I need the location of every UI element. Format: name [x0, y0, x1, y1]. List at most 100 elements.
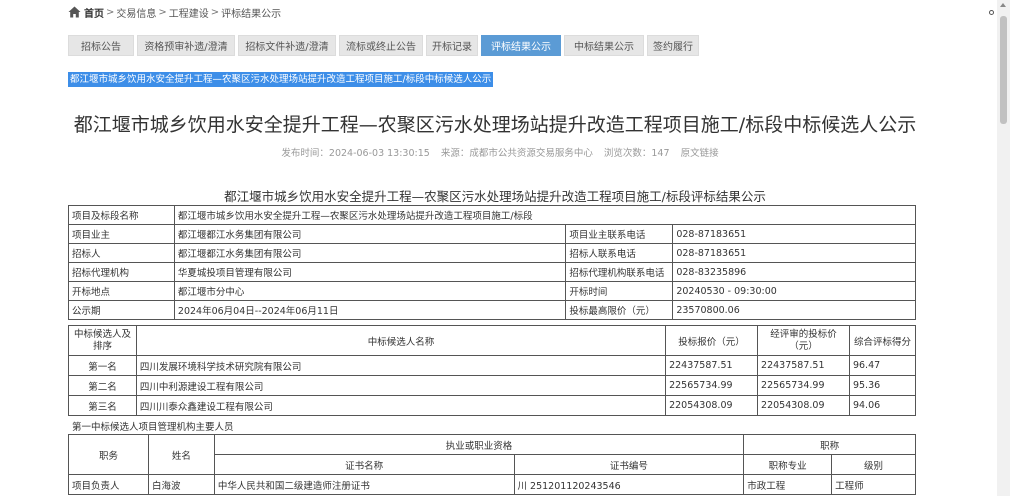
vertical-scrollbar[interactable]: [997, 0, 1010, 496]
header-duty: 职务: [68, 434, 149, 475]
cell-duty: 项目负责人: [68, 474, 149, 495]
article-meta: 发布时间：2024-06-03 13:30:15 来源：成都市公共资源交易服务中…: [0, 145, 1000, 159]
table-row: 招标代理机构 华夏城投项目管理有限公司 招标代理机构联系电话 028-83235…: [68, 262, 916, 282]
table-row: 项目及标段名称 都江堰市城乡饮用水安全提升工程—农聚区污水处理场站提升改造工程项…: [68, 205, 917, 225]
cell-label: 项目及标段名称: [68, 205, 175, 225]
cell-value: 20240530 - 09:30:00: [672, 281, 916, 301]
cell-value: 都江堰都江水务集团有限公司: [173, 224, 567, 244]
table-row: 项目业主 都江堰都江水务集团有限公司 项目业主联系电话 028-87183651: [68, 224, 916, 244]
table-row: 第三名 四川川泰众鑫建设工程有限公司 22054308.09 22054308.…: [68, 395, 917, 416]
cell-label: 公示期: [68, 300, 175, 320]
source: 来源：成都市公共资源交易服务中心: [440, 148, 593, 159]
header-cert-name: 证书名称: [213, 454, 515, 475]
view-count: 浏览次数：147: [603, 148, 670, 159]
cell-value: 华夏城投项目管理有限公司: [173, 262, 567, 282]
cell-label: 招标人联系电话: [565, 243, 674, 263]
selected-article-link[interactable]: 都江堰市城乡饮用水安全提升工程—农聚区污水处理场站提升改造工程项目施工/标段中标…: [68, 72, 494, 87]
tab-prequal-addendum[interactable]: 资格预审补遗/澄清: [137, 35, 235, 56]
cell-value: 2024年06月04日--2024年06月11日: [173, 300, 567, 320]
tab-tender-notice[interactable]: 招标公告: [68, 35, 134, 56]
project-info-table: 项目及标段名称 都江堰市城乡饮用水安全提升工程—农聚区污水处理场站提升改造工程项…: [68, 205, 917, 320]
table-row: 第一名 四川发展环境科学技术研究院有限公司 22437587.51 224375…: [68, 355, 917, 376]
breadcrumb-separator: >: [106, 6, 115, 18]
header-evaluated-price: 经评审的投标价（元）: [757, 325, 850, 356]
breadcrumb-separator: >: [158, 6, 167, 18]
tab-bar: 招标公告 资格预审补遗/澄清 招标文件补遗/澄清 流标或终止公告 开标记录 评标…: [68, 35, 702, 56]
cell-rank: 第二名: [68, 375, 137, 396]
tab-contract-performance[interactable]: 签约履行: [647, 35, 699, 56]
tab-failed-termination[interactable]: 流标或终止公告: [339, 35, 423, 56]
cell-evaluated-price: 22054308.09: [757, 395, 850, 416]
cell-bid-price: 22565734.99: [665, 375, 759, 396]
cell-candidate-name: 四川发展环境科学技术研究院有限公司: [135, 355, 667, 376]
header-cert-no: 证书编号: [513, 454, 745, 475]
cell-score: 95.36: [848, 375, 917, 396]
header-candidate-name: 中标候选人名称: [135, 325, 667, 356]
tab-award-result[interactable]: 中标结果公示: [564, 35, 644, 56]
page-title: 都江堰市城乡饮用水安全提升工程—农聚区污水处理场站提升改造工程项目施工/标段中标…: [73, 114, 917, 136]
original-link[interactable]: 原文链接: [681, 148, 719, 159]
cell-value: 都江堰都江水务集团有限公司: [173, 243, 567, 263]
table-row: 项目负责人 白海波 中华人民共和国二级建造师注册证书 川 25120112024…: [68, 474, 916, 495]
project-staff-table: 职务 姓名 执业或职业资格 职称 证书名称 证书编号 职称专业 级别 项目负责人…: [68, 434, 916, 495]
cell-bid-price: 22437587.51: [665, 355, 759, 376]
cell-label: 开标地点: [68, 281, 175, 301]
candidate-ranking-table: 中标候选人及排序 中标候选人名称 投标报价（元） 经评审的投标价（元） 综合评标…: [68, 325, 917, 416]
cell-rank: 第三名: [68, 395, 137, 416]
tab-bid-opening-record[interactable]: 开标记录: [426, 35, 478, 56]
breadcrumb-item-evaluation-result[interactable]: 评标结果公示: [221, 5, 281, 20]
tab-evaluation-result[interactable]: 评标结果公示: [481, 35, 561, 56]
cell-label: 招标代理机构: [68, 262, 175, 282]
table-row: 第二名 四川中利源建设工程有限公司 22565734.99 22565734.9…: [68, 375, 917, 396]
cell-rank: 第一名: [68, 355, 137, 376]
header-level: 级别: [831, 454, 916, 475]
header-title-major: 职称专业: [743, 454, 833, 475]
cell-label: 招标人: [68, 243, 175, 263]
cell-score: 96.47: [848, 355, 917, 376]
cell-value: 都江堰市分中心: [173, 281, 567, 301]
scrollbar-thumb[interactable]: [1000, 16, 1007, 124]
cell-label: 开标时间: [565, 281, 674, 301]
cell-name: 白海波: [147, 474, 215, 495]
scroll-up-arrow-icon[interactable]: [1000, 3, 1006, 7]
cell-label: 投标最高限价（元）: [565, 300, 674, 320]
cell-evaluated-price: 22565734.99: [757, 375, 850, 396]
cell-label: 招标代理机构联系电话: [565, 262, 674, 282]
header-qualification: 执业或职业资格: [213, 434, 745, 455]
circle-icon: [989, 10, 994, 15]
cell-evaluated-price: 22437587.51: [757, 355, 850, 376]
tab-tender-doc-addendum[interactable]: 招标文件补遗/澄清: [238, 35, 336, 56]
publish-time: 发布时间：2024-06-03 13:30:15: [281, 148, 430, 159]
cell-cert-no: 川 251201120243546: [513, 474, 745, 495]
cell-value: 028-87183651: [672, 224, 916, 244]
table-row: 开标地点 都江堰市分中心 开标时间 20240530 - 09:30:00: [68, 281, 916, 301]
header-title: 职称: [743, 434, 916, 455]
header-bid-price: 投标报价（元）: [665, 325, 759, 356]
header-score: 综合评标得分: [848, 325, 917, 356]
breadcrumb: 首页 > 交易信息 > 工程建设 > 评标结果公示: [68, 4, 281, 20]
cell-candidate-name: 四川川泰众鑫建设工程有限公司: [135, 395, 667, 416]
table-header-row: 中标候选人及排序 中标候选人名称 投标报价（元） 经评审的投标价（元） 综合评标…: [68, 325, 917, 356]
cell-cert-name: 中华人民共和国二级建造师注册证书: [213, 474, 515, 495]
table-row: 招标人 都江堰都江水务集团有限公司 招标人联系电话 028-87183651: [68, 243, 916, 263]
cell-score: 94.06: [848, 395, 917, 416]
cell-value: 028-87183651: [672, 243, 916, 263]
home-icon: [68, 6, 81, 18]
breadcrumb-home[interactable]: 首页: [84, 5, 104, 20]
cell-label: 项目业主: [68, 224, 175, 244]
breadcrumb-item-construction[interactable]: 工程建设: [169, 5, 209, 20]
header-name: 姓名: [147, 434, 215, 475]
breadcrumb-separator: >: [210, 6, 220, 18]
cell-title-major: 市政工程: [743, 474, 833, 495]
cell-value: 都江堰市城乡饮用水安全提升工程—农聚区污水处理场站提升改造工程项目施工/标段: [173, 205, 917, 225]
table-header-row: 职务 姓名 执业或职业资格 职称: [68, 434, 916, 475]
header-rank: 中标候选人及排序: [68, 325, 137, 356]
cell-value: 028-83235896: [672, 262, 916, 282]
cell-candidate-name: 四川中利源建设工程有限公司: [135, 375, 667, 396]
result-title: 都江堰市城乡饮用水安全提升工程—农聚区污水处理场站提升改造工程项目施工/标段评标…: [224, 189, 766, 204]
breadcrumb-item-trade-info[interactable]: 交易信息: [116, 5, 156, 20]
cell-value: 23570800.06: [672, 300, 916, 320]
cell-label: 项目业主联系电话: [565, 224, 674, 244]
cell-bid-price: 22054308.09: [665, 395, 759, 416]
staff-section-title: 第一中标候选人项目管理机构主要人员: [72, 422, 234, 433]
